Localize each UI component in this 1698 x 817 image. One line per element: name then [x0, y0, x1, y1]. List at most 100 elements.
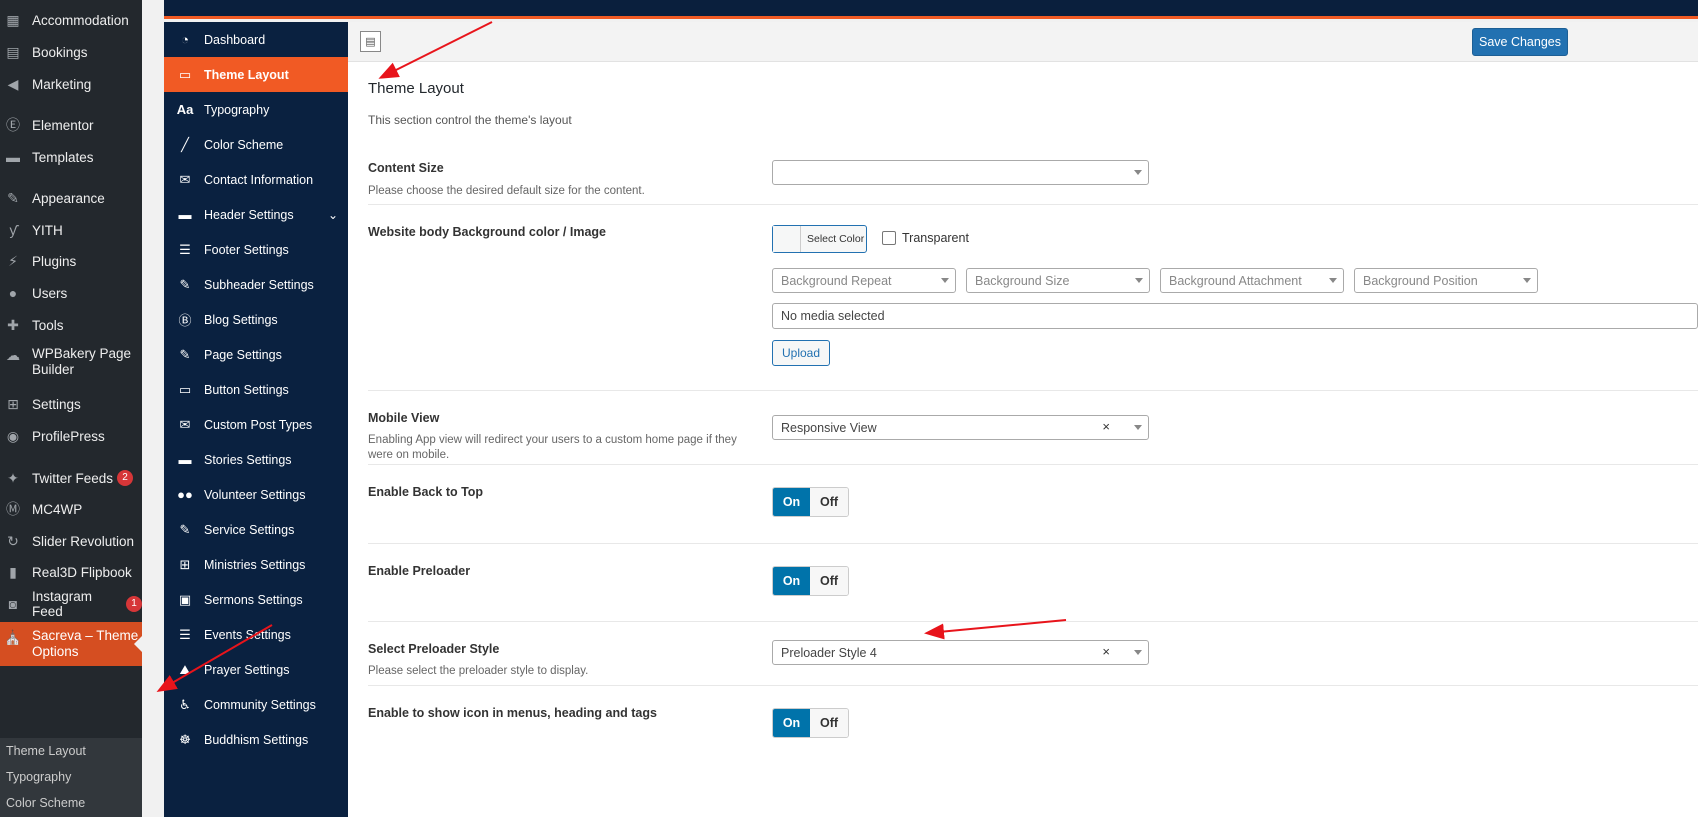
opt-menu-prayer-settings[interactable]: ⛰ Prayer Settings [164, 652, 348, 687]
wp-menu-slider-revolution[interactable]: ↻ Slider Revolution [0, 525, 142, 557]
sermon-icon: ▣ [178, 591, 192, 607]
events-icon: ☰ [179, 626, 191, 642]
content-size-label: Content Size [368, 161, 444, 175]
options-main-panel: ▤ Save Changes Theme Layout This section… [348, 22, 1698, 817]
menu-icons-toggle[interactable]: On Off [772, 708, 849, 738]
opt-menu-theme-layout[interactable]: ▭ Theme Layout [164, 57, 348, 92]
wp-submenu-color-scheme[interactable]: Color Scheme [0, 790, 142, 816]
brush-icon: ╱ [181, 136, 189, 152]
grid-icon: ⊞ [179, 556, 191, 572]
opt-menu-footer-settings[interactable]: ☰ Footer Settings [164, 232, 348, 267]
mobile-view-select[interactable]: Responsive View × [772, 415, 1149, 440]
content-size-description: Please choose the desired default size f… [368, 185, 645, 197]
wp-menu-yith[interactable]: ƴ YITH [0, 214, 142, 246]
edit-page-icon: ✎ [179, 346, 191, 362]
church-icon: ⛪ [4, 629, 22, 645]
opt-menu-blog-settings[interactable]: Ⓑ Blog Settings [164, 302, 348, 337]
upload-button[interactable]: Upload [772, 340, 830, 366]
toggle-on[interactable]: On [773, 709, 810, 737]
opt-menu-contact-information[interactable]: ✉ Contact Information [164, 162, 348, 197]
opt-menu-sermons-settings[interactable]: ▣ Sermons Settings [164, 582, 348, 617]
dropdown-arrow-icon [1135, 278, 1143, 283]
folder-icon: ▬ [6, 149, 20, 165]
opt-menu-typography[interactable]: Aa Typography [164, 92, 348, 127]
wp-menu-appearance[interactable]: ✎ Appearance [0, 182, 142, 214]
wp-submenu: Theme Layout Typography Color Scheme [0, 738, 142, 817]
opt-menu-buddhism-settings[interactable]: ☸ Buddhism Settings [164, 722, 348, 757]
wp-menu-twitter-feeds[interactable]: ✦ Twitter Feeds 2 [0, 462, 142, 494]
opt-menu-events-settings[interactable]: ☰ Events Settings [164, 617, 348, 652]
wp-submenu-theme-layout[interactable]: Theme Layout [0, 738, 142, 764]
opt-menu-volunteer-settings[interactable]: ●● Volunteer Settings [164, 477, 348, 512]
wp-menu-wpbakery[interactable]: ☁ WPBakery Page Builder [0, 346, 142, 386]
row-divider [368, 621, 1698, 622]
wrench-icon: ✚ [7, 316, 19, 333]
opt-menu-header-settings[interactable]: ▬ Header Settings ⌄ [164, 197, 348, 232]
preloader-style-label: Select Preloader Style [368, 642, 500, 656]
wp-menu-sacreva-theme-options[interactable]: ⛪ Sacreva – Theme Options [0, 622, 142, 666]
preloader-style-select[interactable]: Preloader Style 4 × [772, 640, 1149, 665]
notification-badge: 1 [126, 596, 142, 612]
dropdown-arrow-icon [1134, 170, 1142, 175]
user-icon: ● [8, 285, 18, 301]
opt-menu-service-settings[interactable]: ✎ Service Settings [164, 512, 348, 547]
toggle-off[interactable]: Off [810, 567, 848, 595]
profilepress-icon: ◉ [6, 427, 20, 444]
wp-submenu-typography[interactable]: Typography [0, 764, 142, 790]
wp-menu-mc4wp[interactable]: Ⓜ MC4WP [0, 493, 142, 525]
wp-menu-templates[interactable]: ▬ Templates [0, 141, 142, 173]
opt-menu-color-scheme[interactable]: ╱ Color Scheme [164, 127, 348, 162]
wp-menu-real3d-flipbook[interactable]: ▮ Real3D Flipbook [0, 556, 142, 588]
wp-menu-profilepress[interactable]: ◉ ProfilePress [0, 420, 142, 452]
row-divider [368, 685, 1698, 686]
transparent-label: Transparent [902, 231, 969, 245]
wp-menu-elementor[interactable]: Ⓔ Elementor [0, 109, 142, 141]
book-icon: ▮ [9, 563, 17, 580]
wp-menu-settings[interactable]: ⊞ Settings [0, 388, 142, 420]
background-size-select[interactable]: Background Size [966, 268, 1150, 293]
opt-menu-stories-settings[interactable]: ▬ Stories Settings [164, 442, 348, 477]
wp-menu-users[interactable]: ● Users [0, 277, 142, 309]
opt-menu-page-settings[interactable]: ✎ Page Settings [164, 337, 348, 372]
content-size-select[interactable] [772, 160, 1149, 185]
blog-icon: Ⓑ [178, 313, 192, 328]
wp-menu-bookings[interactable]: ▤ Bookings [0, 36, 142, 68]
dropdown-arrow-icon [1134, 425, 1142, 430]
expand-options-icon[interactable]: ▤ [360, 31, 381, 52]
toggle-off[interactable]: Off [810, 709, 848, 737]
opt-menu-community-settings[interactable]: ♿ Community Settings [164, 687, 348, 722]
media-url-field[interactable]: No media selected [772, 303, 1698, 329]
wp-menu-accommodation[interactable]: ▦ Accommodation [0, 4, 142, 36]
wp-menu-marketing[interactable]: ◀ Marketing [0, 68, 142, 100]
row-divider [368, 204, 1698, 205]
typography-icon: Aa [176, 102, 194, 117]
opt-menu-dashboard[interactable]: ◔ Dashboard [164, 22, 348, 57]
background-position-select[interactable]: Background Position [1354, 268, 1538, 293]
clear-icon[interactable]: × [1102, 644, 1110, 659]
save-changes-button[interactable]: Save Changes [1472, 28, 1568, 56]
back-to-top-toggle[interactable]: On Off [772, 487, 849, 517]
accessibility-icon: ♿ [179, 696, 191, 712]
revolution-icon: ↻ [7, 532, 19, 549]
wp-menu-tools[interactable]: ✚ Tools [0, 309, 142, 341]
opt-menu-custom-post-types[interactable]: ✉ Custom Post Types [164, 407, 348, 442]
opt-menu-ministries-settings[interactable]: ⊞ Ministries Settings [164, 547, 348, 582]
toggle-on[interactable]: On [773, 567, 810, 595]
edit-icon: ✎ [179, 276, 191, 292]
background-attachment-select[interactable]: Background Attachment [1160, 268, 1344, 293]
building-icon: ▦ [6, 11, 20, 28]
clear-icon[interactable]: × [1102, 419, 1110, 434]
wp-menu-plugins[interactable]: ⚡ Plugins [0, 245, 142, 277]
toggle-off[interactable]: Off [810, 488, 848, 516]
button-icon: ▭ [178, 381, 192, 397]
envelope-icon: ✉ [179, 171, 191, 187]
opt-menu-subheader-settings[interactable]: ✎ Subheader Settings [164, 267, 348, 302]
transparent-checkbox[interactable] [882, 231, 896, 245]
background-repeat-select[interactable]: Background Repeat [772, 268, 956, 293]
opt-menu-button-settings[interactable]: ▭ Button Settings [164, 372, 348, 407]
dropdown-arrow-icon [1523, 278, 1531, 283]
wp-menu-instagram-feed[interactable]: ◙ Instagram Feed 1 [0, 588, 142, 620]
toggle-on[interactable]: On [773, 488, 810, 516]
select-color-button[interactable]: Select Color [772, 225, 867, 253]
preloader-toggle[interactable]: On Off [772, 566, 849, 596]
